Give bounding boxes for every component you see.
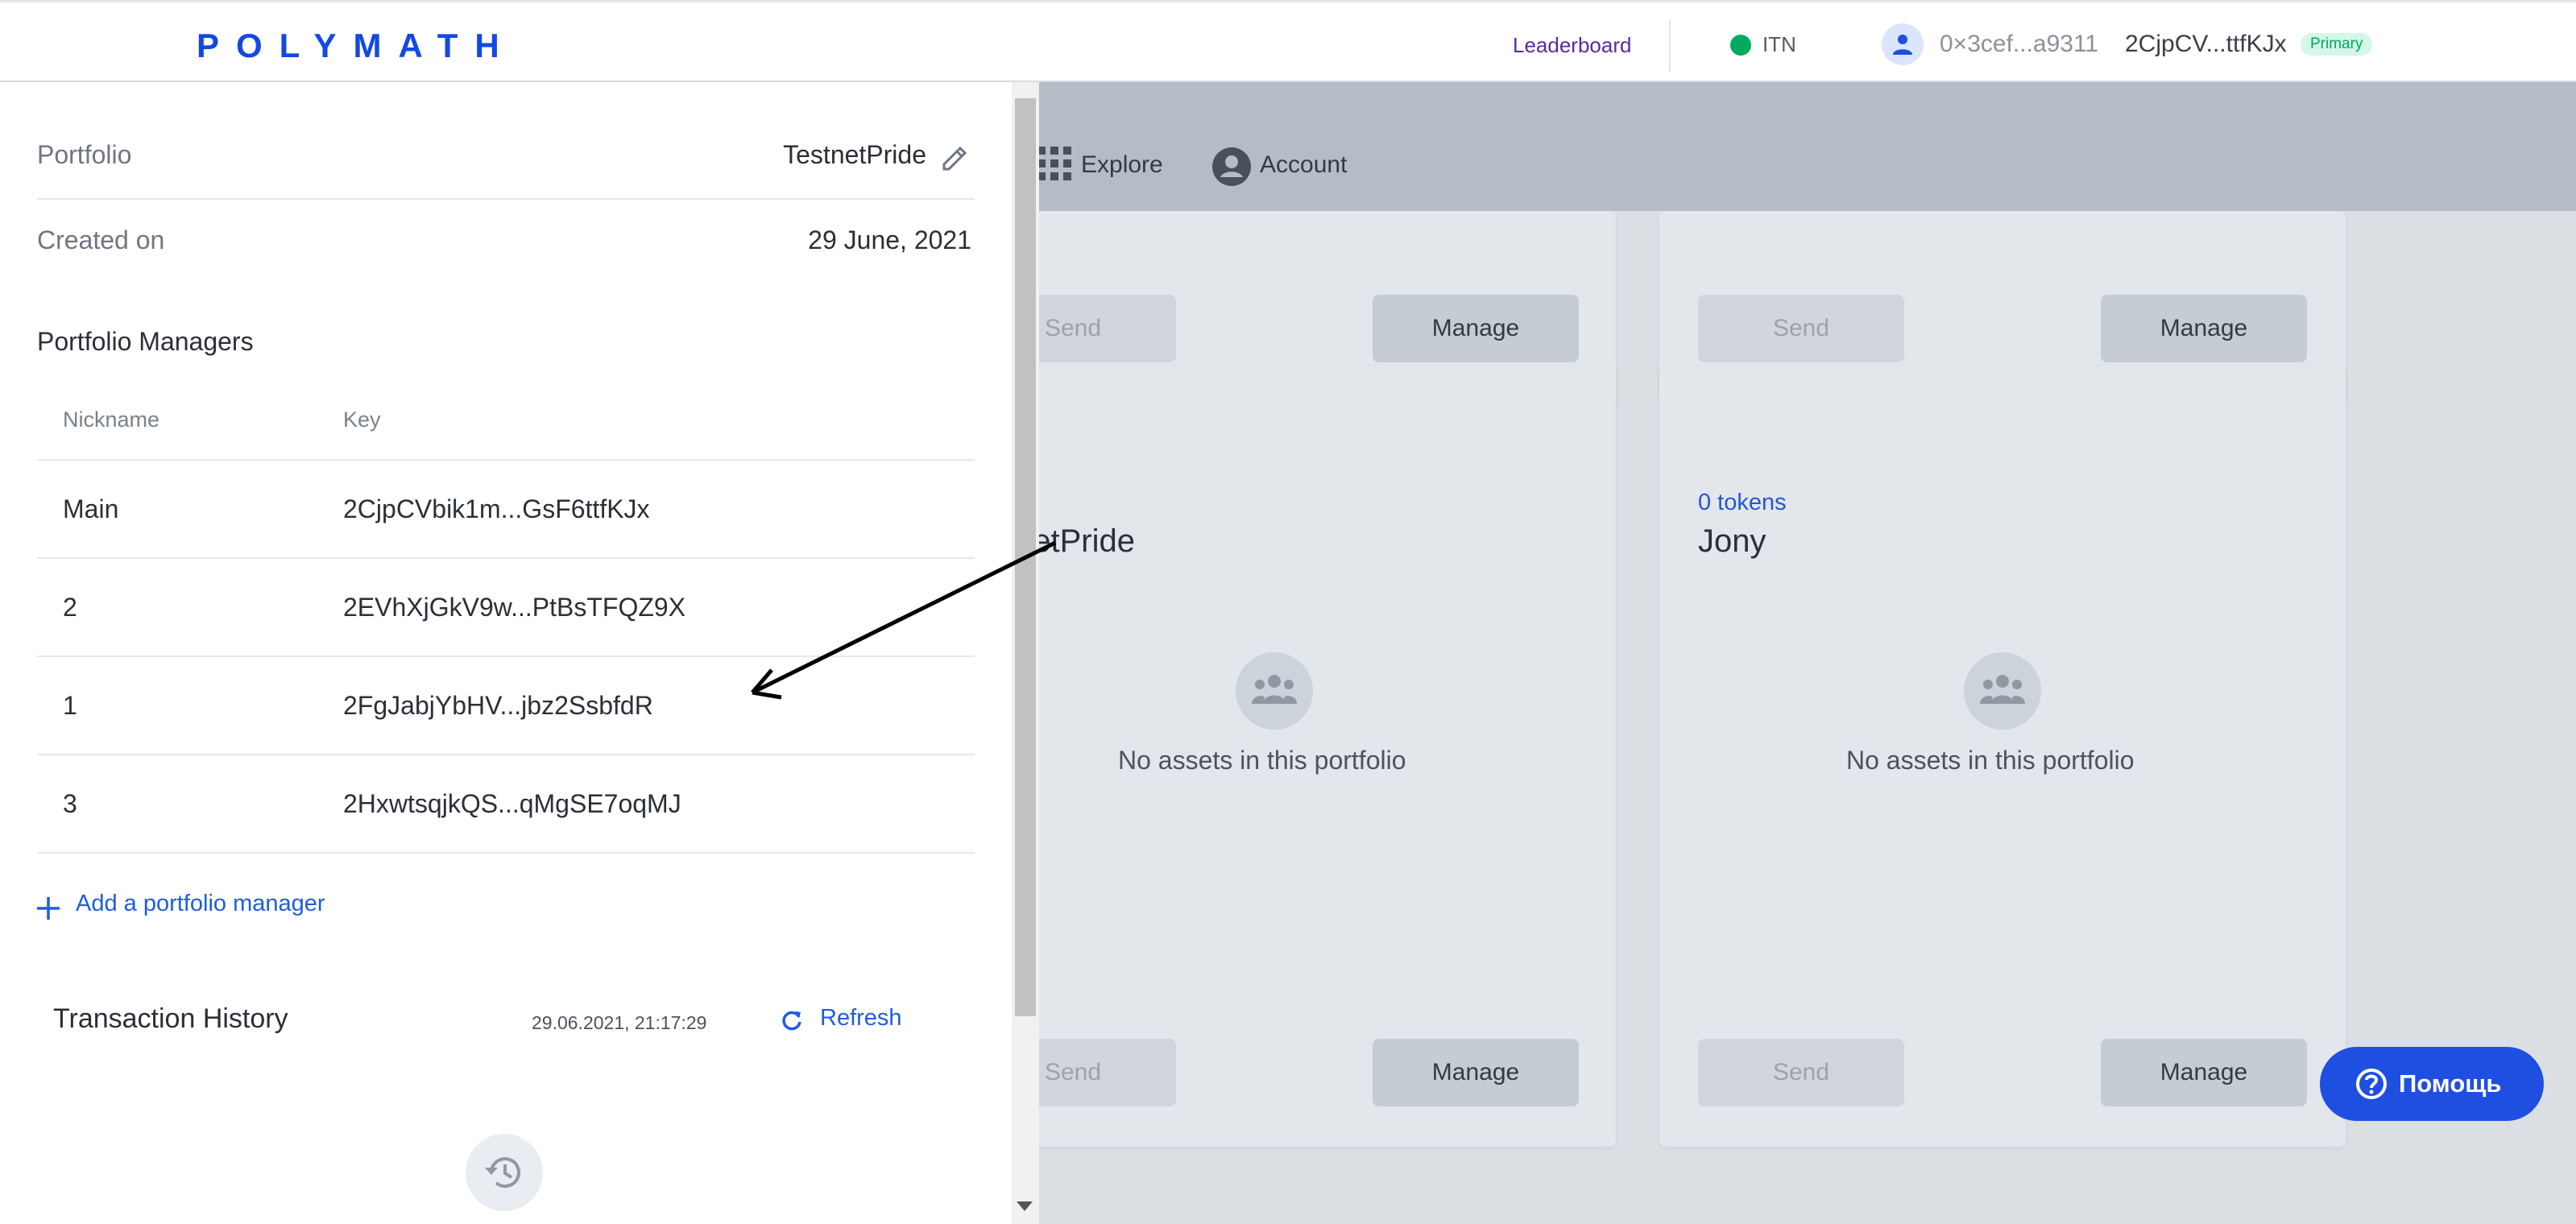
group-icon [1964,652,2041,730]
history-icon [466,1134,543,1211]
table-divider [37,655,975,657]
nav-account[interactable]: Account [1260,151,1347,179]
network-status-dot [1730,35,1751,56]
top-header: POLYMATH Leaderboard ITN 0×3cef...a9311 … [0,0,2576,82]
header-divider [1669,20,1671,72]
column-header-nickname: Nickname [63,407,160,432]
manage-button[interactable]: Manage [2101,1039,2307,1106]
leaderboard-link[interactable]: Leaderboard [1513,33,1631,58]
polymath-logo[interactable]: POLYMATH [197,27,516,65]
transaction-history-timestamp: 29.06.2021, 21:17:29 [532,1012,707,1033]
manager-nickname: 1 [63,691,77,720]
manage-button[interactable]: Manage [2101,295,2307,362]
wallet-address[interactable]: 0×3cef...a9311 [1940,31,2098,58]
primary-badge: Primary [2301,33,2373,56]
group-icon [1236,652,1313,730]
help-button[interactable]: Помощь [2320,1047,2544,1121]
scrollbar-thumb[interactable] [1015,98,1036,1016]
created-on-value: 29 June, 2021 [808,225,971,254]
account-circle-icon [1212,147,1251,186]
help-question-icon [2356,1069,2387,1099]
manager-nickname: 2 [63,593,77,622]
manager-key[interactable]: 2HxwtsqjkQS...qMgSE7oqMJ [343,789,681,819]
manager-nickname: Main [63,494,119,523]
identity-did[interactable]: 2CjpCV...ttfKJx [2125,31,2287,58]
divider [37,198,975,200]
refresh-label: Refresh [820,1005,902,1031]
portfolio-label: Portfolio [37,140,132,169]
manager-key[interactable]: 2FgJabjYbHV...jbz2SsbfdR [343,691,653,721]
scroll-down-arrow-icon[interactable] [1017,1201,1033,1211]
manager-key[interactable]: 2EVhXjGkV9w...PtBsTFQZ9X [343,593,685,622]
transaction-history-title: Transaction History [53,1003,288,1034]
network-label[interactable]: ITN [1762,32,1796,57]
account-avatar-icon[interactable] [1882,23,1924,65]
help-label: Помощь [2399,1069,2502,1098]
portfolio-card: 0 tokens Jony No assets in this portfoli… [1659,366,2346,1147]
portfolio-card-name: Jony [1698,523,1766,559]
table-divider [37,852,975,854]
table-divider [37,557,975,559]
table-divider [37,754,975,755]
manage-button[interactable]: Manage [1373,1039,1579,1106]
send-button[interactable]: Send [1698,1039,1904,1106]
manager-nickname: 3 [63,789,77,818]
portfolio-name: TestnetPride [783,140,926,169]
empty-portfolio-text: No assets in this portfolio [1118,746,1406,775]
column-header-key: Key [343,407,381,432]
created-on-label: Created on [37,225,165,254]
portfolio-managers-title: Portfolio Managers [37,327,254,356]
portfolio-details-drawer: Portfolio TestnetPride Created on 29 Jun… [0,82,1039,1224]
grid-icon [1037,147,1071,180]
empty-portfolio-text: No assets in this portfolio [1846,746,2135,775]
add-portfolio-manager-label: Add a portfolio manager [76,891,325,916]
nav-explore[interactable]: Explore [1081,151,1163,179]
edit-pencil-icon[interactable] [939,142,971,174]
manage-button[interactable]: Manage [1373,295,1579,362]
plus-icon [37,897,60,920]
send-button[interactable]: Send [1698,295,1904,362]
table-divider [37,459,975,461]
manager-key[interactable]: 2CjpCVbik1m...GsF6ttfKJx [343,494,650,524]
token-count: 0 tokens [1698,490,1787,515]
refresh-icon [782,1011,801,1031]
